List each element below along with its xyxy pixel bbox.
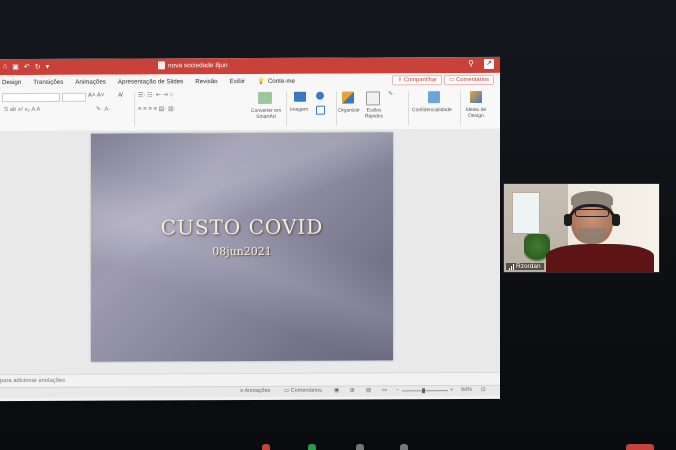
image-button[interactable]: Imagem: [290, 107, 308, 113]
room-window: [512, 192, 540, 234]
notes-label: Anotações: [244, 387, 271, 395]
font-size-box[interactable]: [62, 92, 86, 102]
design-ideas-icon: [470, 90, 482, 104]
notes-toggle[interactable]: ≡ Anotações: [240, 388, 270, 394]
normal-view-icon[interactable]: ▣: [334, 388, 339, 394]
document-title: nova sociedade 8jun: [158, 61, 228, 70]
notes-placeholder: para adicionar anotações: [0, 377, 66, 385]
tab-review[interactable]: Revisão: [195, 78, 217, 85]
textbox-icon[interactable]: [316, 105, 325, 115]
headset-ear-left: [564, 214, 572, 226]
participant-beard: [578, 228, 606, 244]
confidentiality-icon: [428, 91, 440, 104]
slide-canvas: CUSTO COVID 08jun2021: [0, 128, 500, 375]
tab-view[interactable]: Exibir: [230, 78, 245, 85]
zoom-slider-knob[interactable]: [422, 388, 425, 394]
status-bar: ≡ Anotações ▭ Comentários ▣ ⊞ ▤ ▭ − + 94…: [0, 384, 500, 399]
list-buttons[interactable]: ☰· ☷· ⇤ ⇥ ↕·: [138, 92, 174, 98]
ribbon: A˄ A˅ A̸ S ab x² x₂ A A ✎· A· ☰· ☷· ⇤ ⇥ …: [0, 86, 500, 133]
zoom-in-icon[interactable]: +: [450, 387, 453, 393]
reading-view-icon[interactable]: ▤: [366, 387, 371, 393]
undo-icon[interactable]: ↶: [24, 63, 30, 71]
separator: [336, 91, 337, 126]
document-icon: [158, 61, 165, 70]
confidentiality-button[interactable]: Confidencialidade: [412, 107, 452, 113]
slideshow-view-icon[interactable]: ▭: [382, 387, 387, 393]
zoom-level[interactable]: 94%: [461, 387, 472, 393]
comments-label: Comentários: [456, 76, 489, 84]
save-icon[interactable]: ▣: [12, 63, 19, 71]
headset-ear-right: [612, 214, 620, 226]
tab-slideshow[interactable]: Apresentação de Slides: [118, 78, 183, 85]
comments-button[interactable]: ▭ Comentários: [444, 74, 494, 86]
powerpoint-window: ⌂ ▣ ↶ ↻ ▾ nova sociedade 8jun ⚲ ↗ Design…: [0, 56, 500, 402]
search-icon[interactable]: ⚲: [468, 59, 474, 69]
slide-subtitle[interactable]: 08jun2021: [91, 244, 393, 258]
color-buttons[interactable]: ✎· A·: [96, 107, 110, 113]
clear-format-icon[interactable]: A̸: [118, 93, 122, 99]
shapes-icon[interactable]: [316, 91, 324, 100]
participant-body: [546, 244, 654, 272]
comments-toggle[interactable]: ▭ Comentários: [284, 388, 322, 394]
slide-sorter-icon[interactable]: ⊞: [350, 388, 355, 394]
current-slide[interactable]: CUSTO COVID 08jun2021: [91, 132, 393, 362]
align-buttons[interactable]: ≡ ≡ ≡ ≡ ▤· ▥·: [138, 106, 176, 112]
document-name: nova sociedade 8jun: [168, 61, 228, 69]
share-label: Compartilhar: [403, 77, 437, 84]
comments-status-label: Comentários: [290, 387, 322, 394]
participant-video[interactable]: Rzordan: [503, 183, 660, 273]
tab-design[interactable]: Design: [2, 78, 21, 85]
zoom-slider[interactable]: [402, 390, 448, 392]
quick-styles-icon: [366, 91, 380, 106]
tell-me-label: Conte-me: [267, 77, 295, 85]
redo-icon[interactable]: ↻: [35, 63, 41, 71]
comment-icon: ▭: [284, 387, 291, 394]
account-avatar[interactable]: ↗: [484, 58, 494, 69]
more-icon[interactable]: ▾: [46, 63, 50, 71]
fit-window-icon[interactable]: ⊡: [481, 387, 486, 393]
slide-title[interactable]: CUSTO COVID: [91, 214, 393, 240]
taskbar-app-icon[interactable]: [308, 444, 316, 450]
quick-access-toolbar: ⌂ ▣ ↶ ↻ ▾: [3, 63, 49, 71]
separator: [460, 91, 461, 126]
format-buttons[interactable]: S ab x² x₂ A A: [4, 107, 40, 113]
taskbar-app-icon[interactable]: [400, 444, 408, 450]
design-ideas-button[interactable]: Ideias de Design: [464, 107, 488, 119]
zoom-out-icon[interactable]: −: [396, 387, 399, 393]
title-right: ⚲ ↗: [468, 58, 494, 69]
quick-styles-button[interactable]: Estilos Rápidos: [362, 107, 386, 119]
tab-animations[interactable]: Animações: [75, 78, 106, 85]
convert-smartart-button[interactable]: Converter em SmartArt: [248, 108, 284, 120]
fill-icon[interactable]: ✎·: [388, 91, 395, 97]
taskbar-leave-icon[interactable]: [626, 444, 654, 450]
home-icon[interactable]: ⌂: [3, 63, 7, 71]
font-name-box[interactable]: [2, 92, 60, 103]
signal-icon: [509, 263, 514, 270]
participant-name: Rzordan: [516, 263, 541, 270]
tab-transitions[interactable]: Transições: [33, 78, 63, 85]
font-grow-icon[interactable]: A˄ A˅: [88, 93, 104, 99]
smartart-icon: [258, 91, 272, 104]
arrange-icon: [342, 91, 354, 104]
arrange-button[interactable]: Organizar: [338, 108, 360, 114]
lightbulb-icon: 💡: [257, 77, 265, 85]
tell-me[interactable]: 💡 Conte-me: [257, 77, 295, 85]
participant-name-tag: Rzordan: [506, 263, 544, 270]
separator: [286, 91, 287, 126]
share-button[interactable]: ⇪ Compartilhar: [392, 75, 442, 86]
taskbar-app-icon[interactable]: [356, 444, 364, 450]
separator: [134, 92, 135, 127]
taskbar-app-icon[interactable]: [262, 444, 270, 450]
separator: [408, 91, 409, 126]
image-icon: [294, 91, 306, 102]
